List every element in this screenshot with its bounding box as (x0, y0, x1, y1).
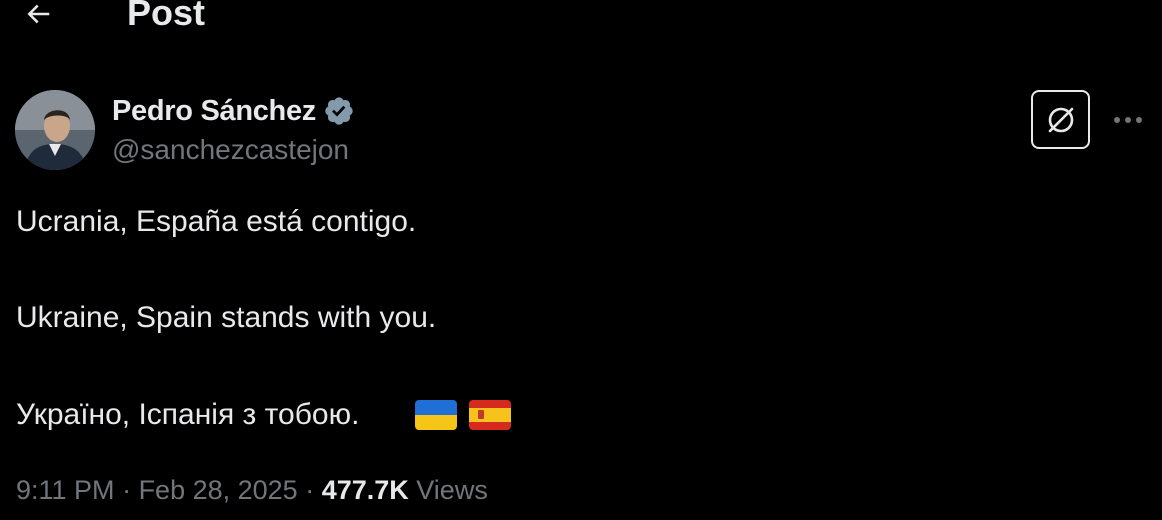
back-button[interactable] (18, 0, 58, 34)
grok-button[interactable] (1031, 90, 1090, 149)
author-name-row: Pedro Sánchez (112, 92, 355, 130)
flag-emojis (415, 400, 523, 430)
meta-separator: · (297, 475, 322, 505)
post-meta: 9:11 PM · Feb 28, 2025 · 477.7K Views (16, 472, 488, 508)
views-label[interactable]: Views (409, 475, 488, 505)
author-handle[interactable]: @sanchezcastejon (112, 132, 349, 168)
avatar-image (15, 90, 95, 170)
post-date[interactable]: Feb 28, 2025 (139, 475, 298, 505)
more-button[interactable] (1108, 104, 1148, 136)
meta-separator: · (114, 475, 139, 505)
post-header: Post (0, 0, 1162, 40)
author-name[interactable]: Pedro Sánchez (112, 95, 316, 128)
avatar[interactable] (15, 90, 95, 170)
post-text-line-spanish: Ucrania, España está contigo. (16, 205, 417, 238)
more-dots-icon (1114, 117, 1142, 123)
grok-icon (1048, 107, 1073, 132)
post-text-line-english: Ukraine, Spain stands with you. (16, 301, 437, 334)
post-text-line-ukrainian: Україно, Іспанія з тобою. (16, 398, 360, 431)
ukraine-flag-icon (415, 400, 457, 430)
views-count[interactable]: 477.7K (322, 475, 409, 505)
post-time[interactable]: 9:11 PM (16, 475, 115, 505)
arrow-left-icon (27, 4, 50, 24)
page-title: Post (127, 0, 206, 33)
spain-flag-icon (469, 400, 511, 430)
verified-badge-icon[interactable] (323, 95, 355, 127)
